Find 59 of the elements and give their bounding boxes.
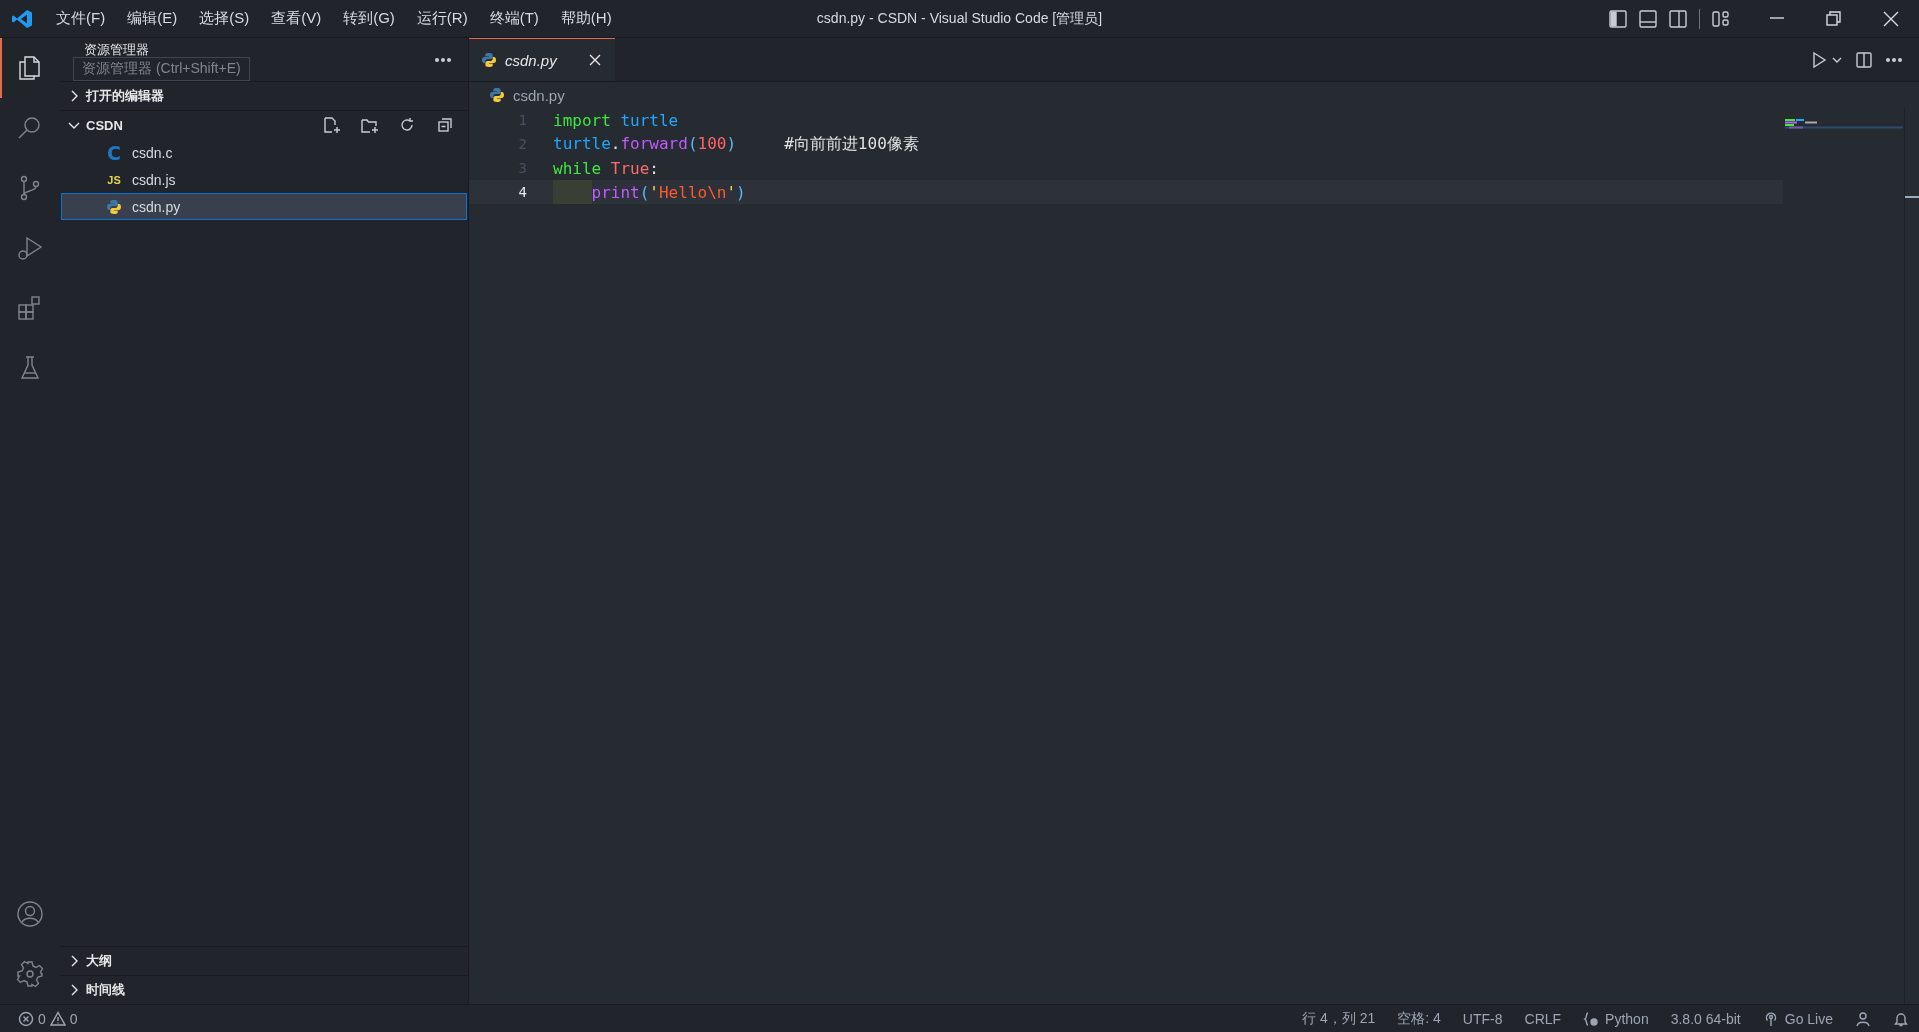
python-icon: [481, 52, 497, 68]
file-item[interactable]: C csdn.c: [61, 139, 467, 166]
new-file-icon[interactable]: [322, 116, 340, 134]
person-icon[interactable]: [1855, 1010, 1871, 1027]
code-line: turtle.forward(100) #向前前进100像素: [553, 133, 919, 155]
status-item[interactable]: 行 4，列 21: [1302, 1009, 1376, 1028]
close-icon[interactable]: [587, 52, 603, 68]
run-icon[interactable]: [1811, 50, 1827, 69]
menu-item[interactable]: 查看(V): [260, 9, 333, 28]
file-item[interactable]: csdn.py: [61, 193, 467, 220]
python-icon: [106, 198, 122, 215]
section-header[interactable]: 时间线: [86, 981, 125, 999]
refresh-icon[interactable]: [398, 116, 416, 134]
error-icon: [18, 1010, 34, 1027]
status-item[interactable]: UTF-8: [1462, 1010, 1503, 1027]
problems-indicator[interactable]: 0 0: [18, 1010, 78, 1027]
warning-icon: [49, 1010, 66, 1027]
account-icon[interactable]: [15, 899, 45, 929]
error-count: 0: [38, 1010, 46, 1027]
menu-item[interactable]: 编辑(E): [116, 9, 189, 28]
warning-count: 0: [69, 1010, 78, 1027]
file-item[interactable]: JS csdn.js: [61, 166, 467, 193]
menu-item[interactable]: 终端(T): [478, 9, 550, 28]
split-layout-icon[interactable]: [1668, 8, 1688, 29]
sidebar-title: 资源管理器: [84, 40, 149, 59]
new-folder-icon[interactable]: [360, 116, 378, 134]
code-line: print('Hello\n'): [591, 182, 746, 202]
panel-layout-icon[interactable]: [1638, 8, 1658, 29]
braces-icon: [1583, 1010, 1600, 1027]
menu-item[interactable]: 帮助(H): [549, 9, 623, 28]
status-item[interactable]: Python: [1605, 1010, 1649, 1027]
file-type-icon: C: [106, 141, 122, 164]
menu-item[interactable]: 选择(S): [188, 9, 261, 28]
split-editor-icon[interactable]: [1855, 50, 1873, 69]
sidebar-layout-icon[interactable]: [1608, 8, 1628, 29]
section-header[interactable]: 大纲: [86, 952, 112, 970]
editor-tab[interactable]: csdn.py: [469, 38, 615, 81]
status-item[interactable]: 空格: 4: [1397, 1009, 1441, 1028]
settings-icon[interactable]: [15, 959, 45, 989]
code-line: while True:: [553, 158, 659, 178]
section-header[interactable]: 打开的编辑器: [86, 87, 164, 105]
bell-icon[interactable]: [1893, 1010, 1909, 1027]
status-item[interactable]: Go Live: [1784, 1010, 1833, 1027]
line-number: 4: [517, 184, 528, 200]
python-icon: [489, 87, 505, 103]
customize-layout-icon[interactable]: [1711, 8, 1731, 29]
code-line: import turtle: [553, 110, 679, 130]
file-type-icon: JS: [106, 173, 122, 186]
menu-item[interactable]: 转到(G): [332, 9, 406, 28]
tooltip: 资源管理器 (Ctrl+Shift+E): [73, 57, 250, 81]
section-header[interactable]: CSDN: [86, 117, 123, 133]
menu-item[interactable]: 文件(F): [45, 9, 117, 28]
status-item[interactable]: CRLF: [1524, 1010, 1562, 1027]
window-title: csdn.py - CSDN - Visual Studio Code [管理员]: [816, 9, 1103, 28]
vscode-logo-icon: [11, 7, 33, 30]
menu-item[interactable]: 运行(R): [405, 9, 479, 28]
breadcrumb[interactable]: csdn.py: [513, 86, 565, 104]
status-item[interactable]: 3.8.0 64-bit: [1670, 1010, 1741, 1027]
collapse-all-icon[interactable]: [436, 116, 454, 134]
